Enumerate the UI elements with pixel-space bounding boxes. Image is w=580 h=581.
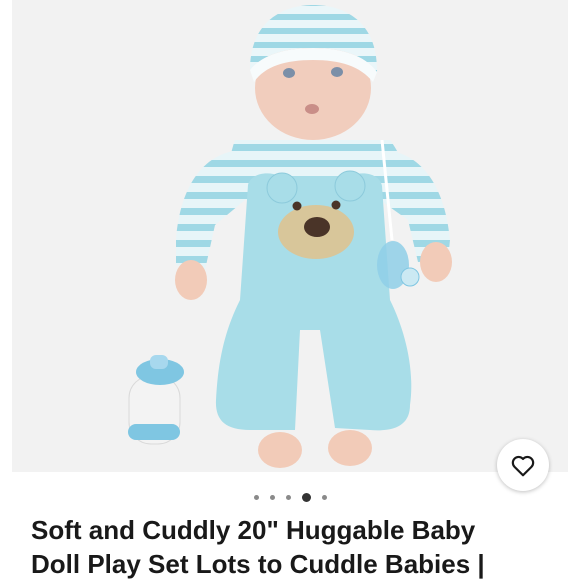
favorite-button[interactable]	[497, 439, 549, 491]
pagination-dot[interactable]	[269, 494, 275, 500]
listing-title-line: Doll Play Set Lots to Cuddle Babies |	[31, 549, 485, 579]
gallery-pagination	[0, 489, 580, 505]
pagination-dot[interactable]	[321, 494, 327, 500]
product-image-gallery[interactable]	[0, 0, 580, 472]
pagination-dot-active[interactable]	[301, 492, 311, 502]
gallery-edge-right	[568, 0, 580, 472]
pagination-dot[interactable]	[285, 494, 291, 500]
listing-title-line: Soft and Cuddly 20" Huggable Baby	[31, 515, 476, 545]
heart-outline-icon	[511, 455, 535, 477]
pagination-dot[interactable]	[253, 494, 259, 500]
product-image[interactable]	[0, 0, 580, 472]
gallery-edge-left	[0, 0, 12, 472]
bottle-illustration	[128, 355, 184, 445]
listing-title: Soft and Cuddly 20" Huggable Baby Doll P…	[31, 513, 561, 581]
